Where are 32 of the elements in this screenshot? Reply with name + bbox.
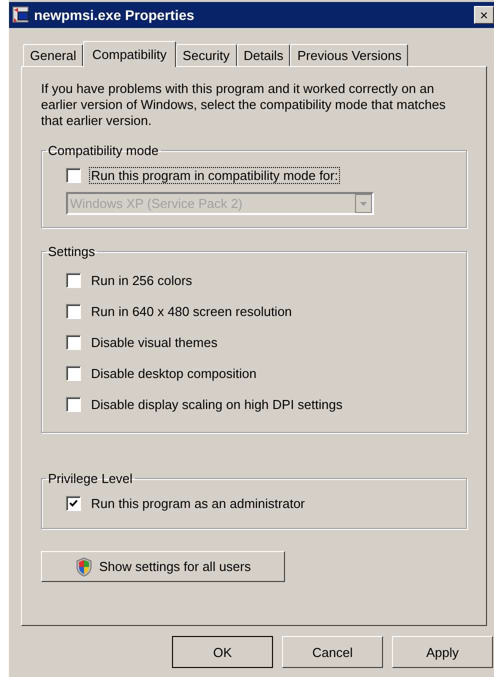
checkbox[interactable] <box>66 366 81 381</box>
checkbox-label[interactable]: Disable display scaling on high DPI settings <box>89 396 344 413</box>
checkbox[interactable] <box>66 273 81 288</box>
group-title: Settings <box>47 244 96 259</box>
tab[interactable]: Previous Versions <box>290 44 408 66</box>
program-icon <box>12 6 30 24</box>
group-title: Compatibility mode <box>47 143 160 158</box>
checkbox-label[interactable]: Run in 256 colors <box>89 272 194 289</box>
tab[interactable]: Security <box>176 44 237 66</box>
checkbox-label[interactable]: Disable desktop composition <box>89 365 258 382</box>
close-button[interactable]: × <box>474 6 494 24</box>
tab[interactable]: Details <box>236 44 290 66</box>
checkbox-label[interactable]: Run this program in compatibility mode for: <box>89 166 340 184</box>
show-settings-button[interactable]: Show settings for all users <box>41 551 285 582</box>
dialog-button[interactable]: OK <box>172 636 273 668</box>
check-icon <box>69 498 78 508</box>
checkbox-label[interactable]: Disable visual themes <box>89 334 220 351</box>
checkbox[interactable] <box>66 496 81 510</box>
tab[interactable]: Compatibility <box>83 41 176 67</box>
checkbox-label[interactable]: Run in 640 x 480 screen resolution <box>89 303 294 320</box>
shield-icon <box>75 556 94 576</box>
window-title: newpmsi.exe Properties <box>34 7 196 23</box>
dialog-button[interactable]: Cancel <box>282 636 383 668</box>
intro-text: If you have problems with this program and it worked correctly on an earlier version of Windows, select the compatibility mode that matches that earlier version. <box>41 81 446 129</box>
checkbox[interactable] <box>66 304 81 319</box>
dialog-button[interactable]: Apply <box>392 636 493 668</box>
checkbox[interactable] <box>66 335 81 350</box>
group-title: Privilege Level <box>47 471 134 486</box>
checkbox[interactable] <box>66 397 81 412</box>
checkbox[interactable] <box>66 168 81 182</box>
checkbox-label[interactable]: Run this program as an administrator <box>89 494 307 512</box>
tab[interactable]: General <box>23 44 84 66</box>
